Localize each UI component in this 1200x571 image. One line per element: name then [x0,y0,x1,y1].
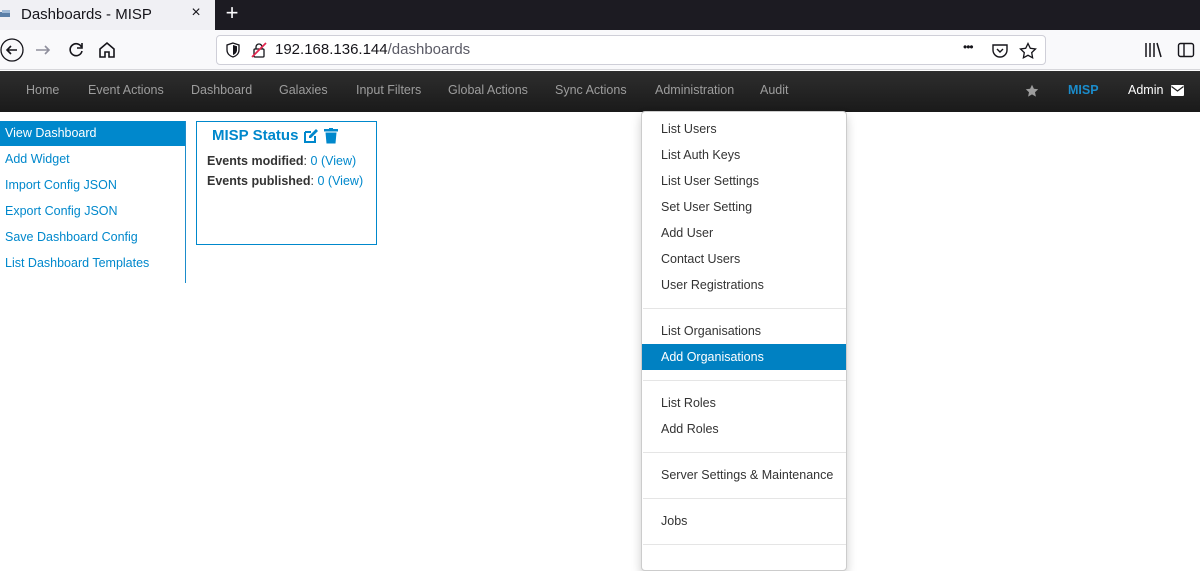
widget-row-modified: Events modified: 0 (View) [207,154,357,168]
url-bar[interactable]: 192.168.136.144/dashboards ••• [216,35,1046,65]
administration-dropdown: List Users List Auth Keys List User Sett… [641,111,847,571]
shield-icon[interactable] [225,42,241,58]
url-text: 192.168.136.144/dashboards [275,41,470,58]
row-view-link[interactable]: View [332,174,359,188]
side-item-list-templates[interactable]: List Dashboard Templates [0,251,185,276]
nav-event-actions[interactable]: Event Actions [88,83,164,97]
nav-input-filters[interactable]: Input Filters [356,83,421,97]
star-icon[interactable] [1025,84,1039,98]
menu-add-roles[interactable]: Add Roles [642,416,846,442]
menu-user-registrations[interactable]: User Registrations [642,272,846,298]
menu-divider [643,544,846,545]
nav-home[interactable]: Home [26,83,59,97]
side-menu: View Dashboard Add Widget Import Config … [0,121,186,283]
insecure-lock-icon[interactable] [251,42,267,58]
mail-icon[interactable] [1171,85,1184,96]
nav-audit[interactable]: Audit [760,83,789,97]
back-icon[interactable] [0,38,24,62]
row-label: Events published [207,174,311,188]
menu-contact-users[interactable]: Contact Users [642,246,846,272]
side-item-export-config[interactable]: Export Config JSON [0,199,185,224]
menu-add-organisations[interactable]: Add Organisations [642,344,846,370]
side-item-view-dashboard[interactable]: View Dashboard [0,121,185,146]
bookmark-star-icon[interactable] [1019,42,1037,60]
side-item-add-widget[interactable]: Add Widget [0,147,185,172]
url-host: 192.168.136.144 [275,41,388,58]
menu-list-user-settings[interactable]: List User Settings [642,168,846,194]
menu-divider [643,452,846,453]
row-view-link[interactable]: View [325,154,352,168]
menu-list-users[interactable]: List Users [642,116,846,142]
tab-title: Dashboards - MISP [21,6,152,23]
sidebar-icon[interactable] [1177,41,1195,59]
side-item-import-config[interactable]: Import Config JSON [0,173,185,198]
nav-admin-user[interactable]: Admin [1128,83,1163,97]
nav-misp-brand[interactable]: MISP [1068,83,1099,97]
browser-tab[interactable]: Dashboards - MISP × [0,0,215,30]
row-value[interactable]: 0 [317,174,324,188]
forward-icon[interactable] [31,38,55,62]
menu-list-roles[interactable]: List Roles [642,390,846,416]
misp-status-widget[interactable]: MISP Status Events modified: 0 (View) Ev… [196,121,377,245]
browser-toolbar: 192.168.136.144/dashboards ••• [0,30,1200,70]
menu-jobs[interactable]: Jobs [642,508,846,534]
menu-set-user-setting[interactable]: Set User Setting [642,194,846,220]
row-value[interactable]: 0 [311,154,318,168]
pocket-icon[interactable] [991,42,1009,60]
menu-list-organisations[interactable]: List Organisations [642,318,846,344]
url-path: /dashboards [387,41,471,58]
nav-sync-actions[interactable]: Sync Actions [555,83,627,97]
row-label: Events modified [207,154,304,168]
misp-favicon-icon [0,10,10,17]
menu-server-settings[interactable]: Server Settings & Maintenance [642,462,846,488]
edit-icon[interactable] [303,128,319,144]
menu-divider [643,308,846,309]
menu-list-auth-keys[interactable]: List Auth Keys [642,142,846,168]
widget-row-published: Events published: 0 (View) [207,174,364,188]
trash-icon[interactable] [324,128,338,144]
nav-galaxies[interactable]: Galaxies [279,83,328,97]
menu-divider [643,380,846,381]
page-actions-icon[interactable]: ••• [963,40,981,58]
close-tab-icon[interactable]: × [186,4,206,22]
menu-add-user[interactable]: Add User [642,220,846,246]
nav-global-actions[interactable]: Global Actions [448,83,528,97]
side-item-save-dashboard[interactable]: Save Dashboard Config [0,225,185,250]
browser-tab-strip: Dashboards - MISP × + [0,0,1200,30]
library-icon[interactable] [1143,40,1163,60]
home-icon[interactable] [95,38,119,62]
new-tab-icon[interactable]: + [222,1,242,27]
menu-divider [643,498,846,499]
reload-icon[interactable] [64,38,88,62]
misp-navbar: Home Event Actions Dashboard Galaxies In… [0,71,1200,112]
nav-administration[interactable]: Administration [655,83,734,97]
widget-title: MISP Status [212,127,299,144]
nav-dashboard[interactable]: Dashboard [191,83,252,97]
